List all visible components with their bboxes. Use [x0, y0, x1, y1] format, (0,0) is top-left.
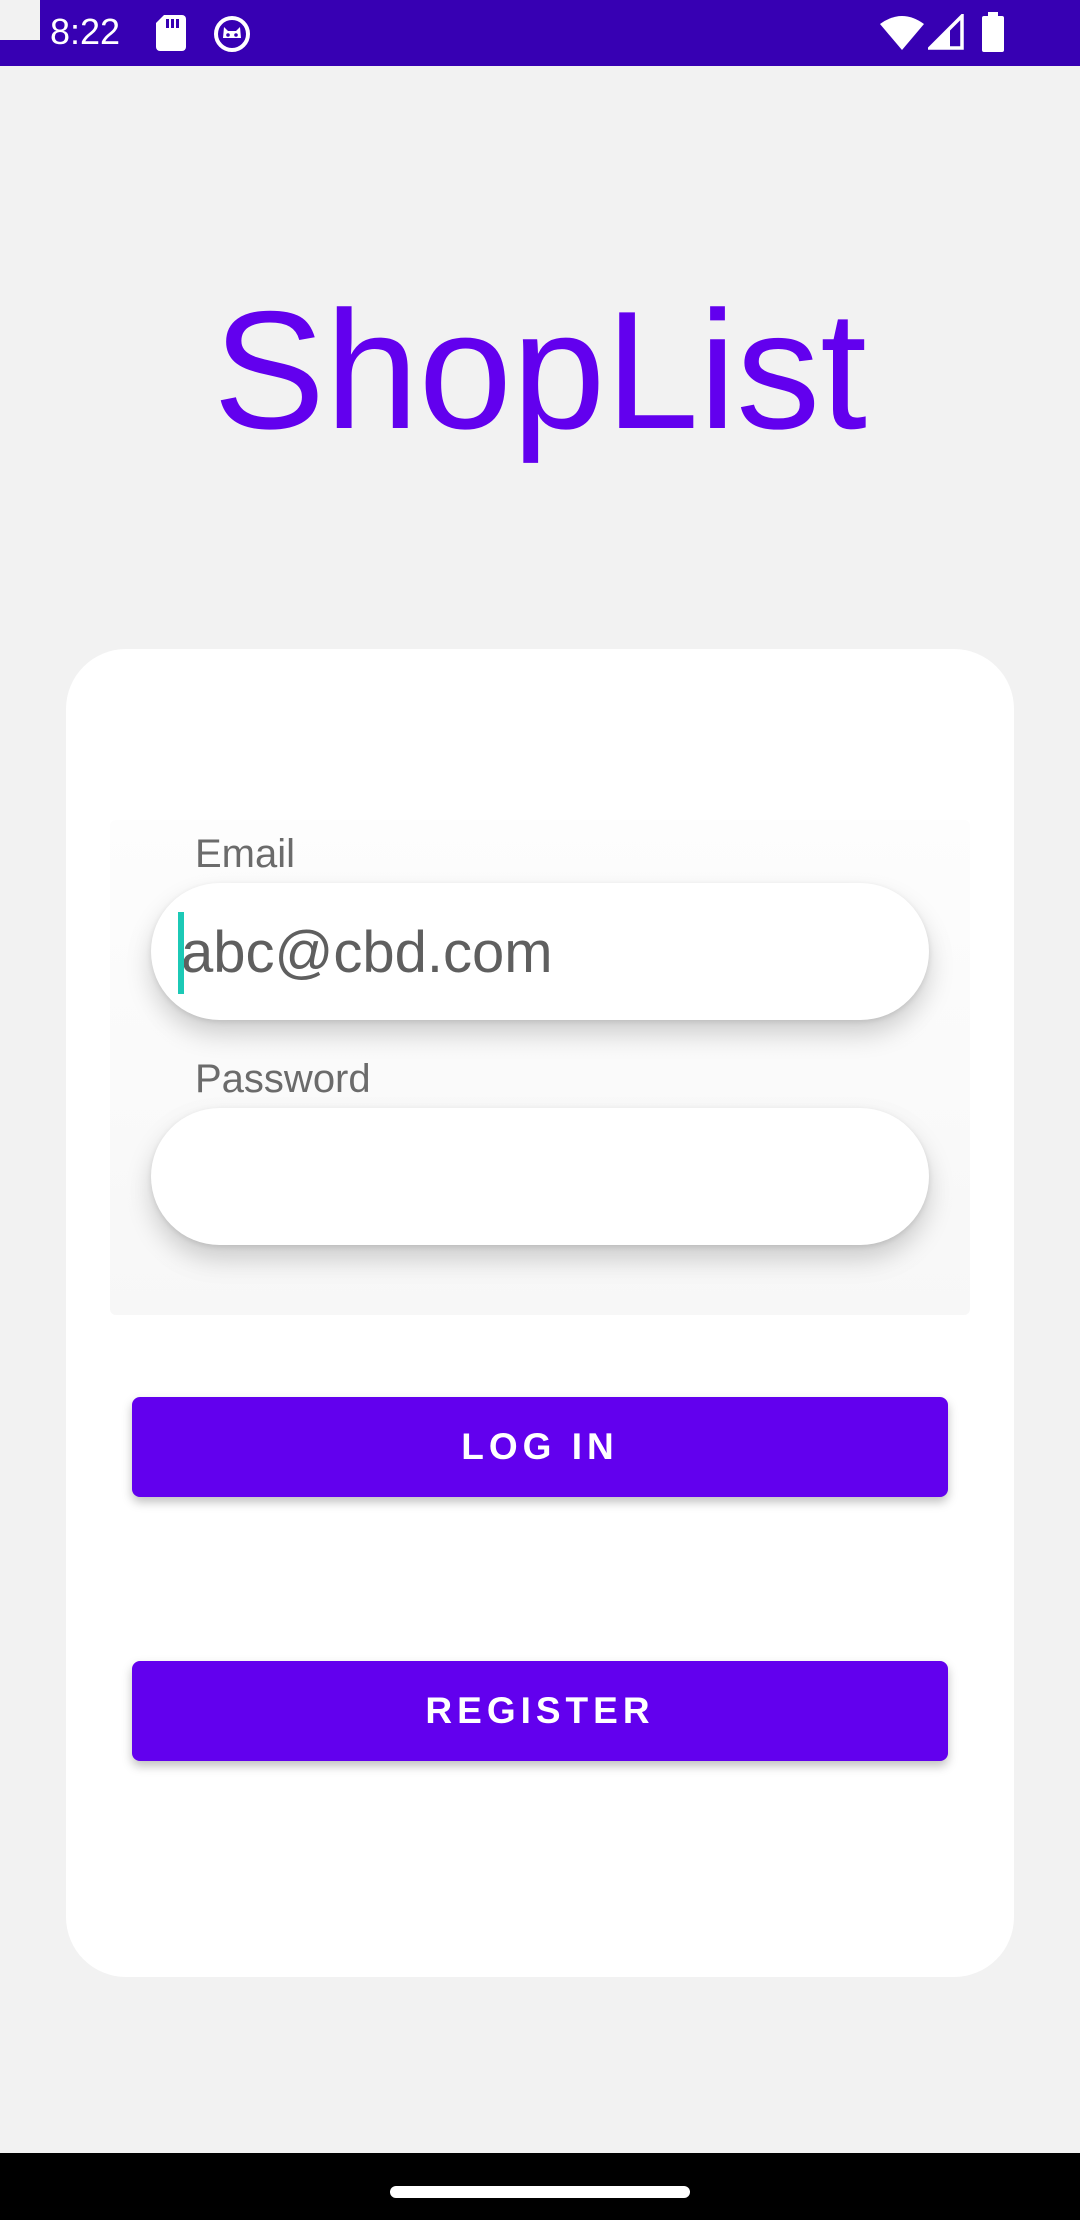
email-field-value: abc@cbd.com	[181, 920, 553, 985]
text-cursor	[178, 912, 184, 994]
register-button[interactable]: REGISTER	[132, 1661, 948, 1761]
sd-card-icon	[156, 15, 186, 51]
email-label: Email	[195, 832, 296, 876]
cat-icon	[214, 16, 250, 52]
status-bar: 8:22	[0, 0, 1080, 66]
login-button[interactable]: LOG IN	[132, 1397, 948, 1497]
password-label: Password	[195, 1057, 371, 1101]
home-indicator[interactable]	[390, 2186, 690, 2198]
wifi-icon	[880, 16, 924, 50]
password-field[interactable]	[151, 1108, 929, 1245]
status-time: 8:22	[50, 11, 121, 52]
app-title: ShopList	[213, 276, 867, 464]
signal-icon	[928, 14, 964, 50]
battery-icon	[982, 12, 1004, 52]
